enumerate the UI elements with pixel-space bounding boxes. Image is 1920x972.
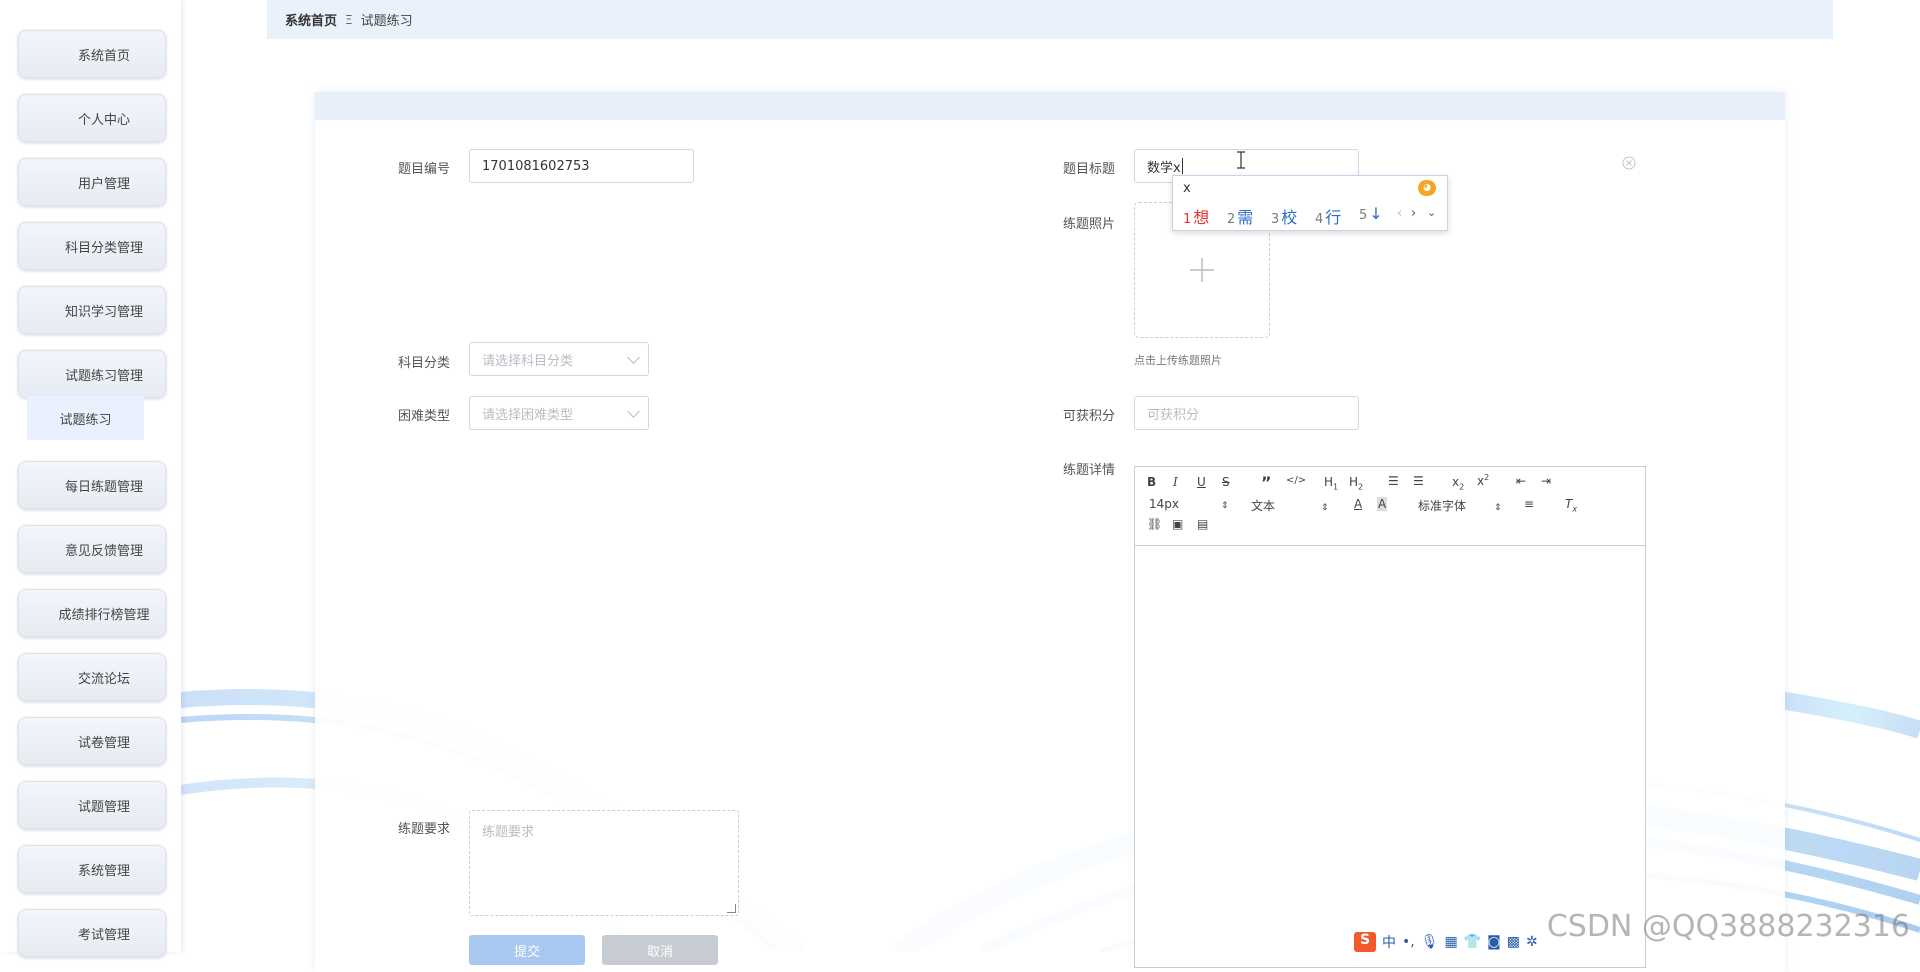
requirement-label: 练题要求 [397,822,450,837]
align-icon[interactable]: ≡ [1524,497,1534,511]
id-label: 题目编号 [397,162,450,177]
ime-lang-toggle[interactable]: 中 [1382,932,1396,952]
ime-candidate-4[interactable]: 4行 [1315,204,1341,228]
ordered-list-icon[interactable]: ☰ [1388,474,1399,488]
ime-toolbar: S 中 •, 🎙 ▦ 👕 ◙ ▩ ✲ [1354,931,1584,952]
apps-icon[interactable]: ▩ [1507,934,1520,950]
watermark: CSDN @QQ3888232316 [1546,909,1910,944]
sidebar-item-system[interactable]: 系统管理 [18,845,166,893]
sidebar-item-feedback[interactable]: 意见反馈管理 [18,525,166,573]
text-format-select[interactable]: 文本 ⇕ [1251,497,1329,514]
skin-icon[interactable]: 👕 [1464,934,1481,950]
rich-text-editor[interactable]: B I U S ” </> H1 H2 ☰ ☰ x2 x2 ⇤ ⇥ 14px ⇕ … [1134,466,1646,968]
points-label: 可获积分 [1062,409,1115,424]
ime-punct-toggle[interactable]: •, [1402,934,1415,950]
sogou-logo-icon[interactable]: S [1354,931,1376,952]
breadcrumb-current: 试题练习 [360,14,413,29]
breadcrumb-home[interactable]: 系统首页 [285,10,337,29]
subject-label: 科目分类 [397,356,450,371]
chevron-down-icon [627,351,640,364]
cancel-button[interactable]: 取消 [602,935,718,965]
ime-composition: x [1183,181,1191,196]
indent-icon[interactable]: ⇥ [1541,474,1551,488]
bold-icon[interactable]: B [1147,475,1156,489]
chevron-down-icon [627,405,640,418]
sidebar-item-questions[interactable]: 试题管理 [18,781,166,829]
ime-candidate-1[interactable]: 1想 [1183,204,1209,228]
breadcrumb-separator: Ξ [345,12,353,27]
underline-icon[interactable]: U [1197,475,1206,489]
h1-icon[interactable]: H1 [1324,475,1338,491]
outdent-icon[interactable]: ⇤ [1516,474,1526,488]
sidebar-item-profile[interactable]: 个人中心 [18,94,166,142]
strike-icon[interactable]: S [1222,475,1230,489]
sidebar-item-forum[interactable]: 交流论坛 [18,653,166,701]
quote-icon[interactable]: ” [1261,473,1272,492]
code-icon[interactable]: </> [1286,475,1306,486]
difficulty-select[interactable]: 请选择困难类型 [469,396,649,430]
ime-candidate-2[interactable]: 2需 [1227,204,1253,228]
clear-format-icon[interactable]: Tx [1565,497,1577,513]
subscript-icon[interactable]: x2 [1452,475,1464,491]
clear-icon[interactable] [1622,156,1636,170]
sidebar-item-home[interactable]: 系统首页 [18,30,166,78]
ime-candidate-5[interactable]: 5 ↓ [1359,204,1383,223]
bg-color-icon[interactable]: A [1377,497,1388,511]
ime-skin-icon[interactable]: ◕ [1418,180,1436,196]
italic-icon[interactable]: I [1173,475,1178,489]
sidebar-item-ranking[interactable]: 成绩排行榜管理 [18,589,166,637]
title-label: 题目标题 [1062,162,1115,177]
card-header [315,92,1785,120]
sidebar-item-subjects[interactable]: 科目分类管理 [18,222,166,270]
sidebar-item-users[interactable]: 用户管理 [18,158,166,206]
requirement-textarea[interactable]: 练题要求 [469,810,739,916]
sort-icon: ⇕ [1221,501,1229,511]
bullet-list-icon[interactable]: ☰ [1413,474,1424,488]
photo-label: 练题照片 [1062,217,1115,232]
ime-candidate-3[interactable]: 3校 [1271,204,1297,228]
font-color-icon[interactable]: A [1354,497,1362,511]
superscript-icon[interactable]: x2 [1477,473,1489,488]
link-icon[interactable]: ⛓ [1147,517,1162,531]
plus-icon [1190,258,1214,282]
photo-hint: 点击上传练题照片 [1134,354,1222,367]
settings-icon[interactable]: ✲ [1526,934,1538,950]
ime-candidate-popup: x ◕ 1想 2需 3校 4行 5 ↓ ‹ › ⌄ [1172,175,1448,231]
submit-button[interactable]: 提交 [469,935,585,965]
points-input[interactable]: 可获积分 [1134,396,1359,430]
breadcrumb: 系统首页 Ξ 试题练习 [267,0,1833,39]
detail-label: 练题详情 [1062,463,1115,478]
editor-toolbar: B I U S ” </> H1 H2 ☰ ☰ x2 x2 ⇤ ⇥ 14px ⇕ … [1135,467,1645,546]
subject-select[interactable]: 请选择科目分类 [469,342,649,376]
sidebar-item-practice[interactable]: 试题练习管理 [18,350,166,398]
id-input[interactable]: 1701081602753 [469,149,694,183]
ime-expand-icon[interactable]: ⌄ [1427,206,1436,219]
resize-grip-icon[interactable] [727,904,736,913]
ime-prev-icon[interactable]: ‹ [1397,206,1402,221]
sidebar-subitem-practice[interactable]: 试题练习 [27,396,144,440]
font-size-select[interactable]: 14px ⇕ [1149,497,1229,511]
image-icon[interactable]: ▣ [1172,517,1183,531]
sidebar: 系统首页 个人中心 用户管理 科目分类管理 知识学习管理 试题练习管理 试题练习… [0,0,181,957]
sidebar-item-daily[interactable]: 每日练题管理 [18,461,166,509]
sidebar-item-exams[interactable]: 考试管理 [18,909,166,957]
video-icon[interactable]: ▤ [1197,517,1208,531]
sort-icon: ⇕ [1494,503,1502,513]
microphone-icon[interactable]: 🎙 [1421,934,1439,950]
keyboard-icon[interactable]: ▦ [1445,934,1458,950]
h2-icon[interactable]: H2 [1349,475,1363,491]
sort-icon: ⇕ [1321,503,1329,513]
robot-icon[interactable]: ◙ [1487,934,1501,950]
difficulty-label: 困难类型 [397,409,450,424]
sidebar-item-knowledge[interactable]: 知识学习管理 [18,286,166,334]
text-cursor-icon [1237,151,1245,169]
sidebar-item-papers[interactable]: 试卷管理 [18,717,166,765]
ime-next-icon[interactable]: › [1411,206,1416,221]
font-family-select[interactable]: 标准字体 ⇕ [1418,497,1502,514]
